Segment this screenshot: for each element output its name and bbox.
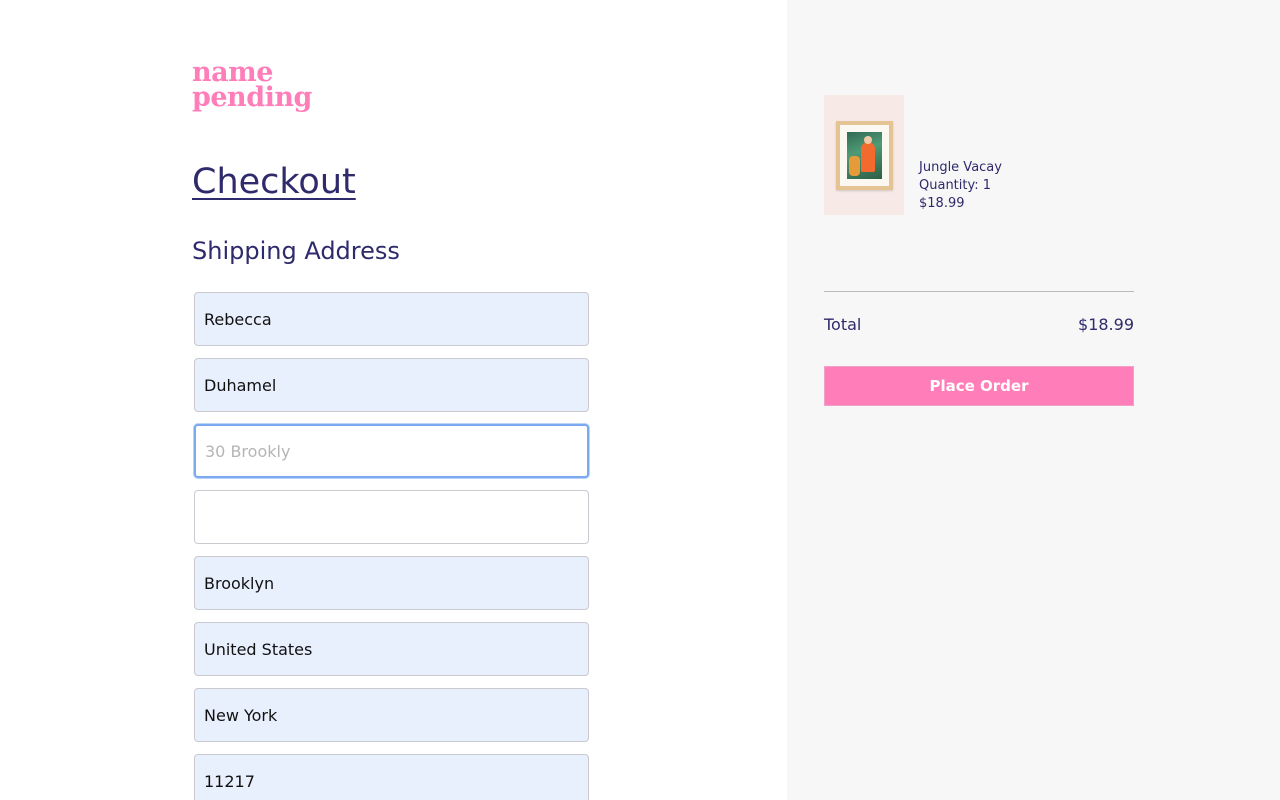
page-title[interactable]: Checkout <box>192 162 356 202</box>
total-value: $18.99 <box>1078 315 1134 334</box>
artwork <box>847 132 882 179</box>
cart-item-name: Jungle Vacay <box>919 160 1002 175</box>
address-line1-field[interactable] <box>194 424 589 478</box>
country-field[interactable] <box>194 622 589 676</box>
first-name-field[interactable] <box>194 292 589 346</box>
city-field[interactable] <box>194 556 589 610</box>
picture-frame <box>836 121 893 190</box>
last-name-field[interactable] <box>194 358 589 412</box>
cart-item-price: $18.99 <box>919 196 965 211</box>
cart-item-quantity: Quantity: 1 <box>919 178 992 193</box>
address-line2-field[interactable] <box>194 490 589 544</box>
state-field[interactable] <box>194 688 589 742</box>
cart-item-details: Jungle Vacay Quantity: 1 $18.99 <box>919 159 1002 213</box>
total-label: Total <box>824 315 862 334</box>
zip-field[interactable] <box>194 754 589 800</box>
summary-divider <box>824 291 1134 292</box>
product-image <box>824 95 904 215</box>
brand-logo[interactable]: name pending <box>192 59 312 113</box>
brand-logo-line2: pending <box>192 82 312 113</box>
place-order-button[interactable]: Place Order <box>824 366 1134 406</box>
checkout-form-panel: name pending Checkout Shipping Address <box>0 0 787 800</box>
shipping-address-heading: Shipping Address <box>192 237 400 265</box>
